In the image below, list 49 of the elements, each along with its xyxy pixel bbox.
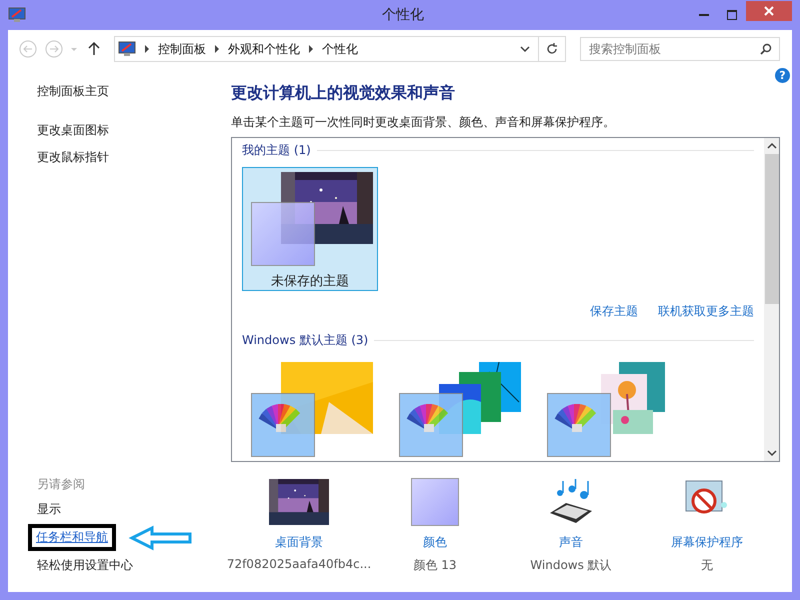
- setting-value: 72f082025aafa40fb4c...: [226, 557, 372, 571]
- minimize-icon[interactable]: [699, 14, 709, 16]
- setting-link[interactable]: 屏幕保护程序: [671, 534, 743, 551]
- chevron-icon: [308, 45, 314, 53]
- sidebar-link[interactable]: 更改桌面图标: [37, 122, 231, 139]
- close-icon: [764, 6, 774, 16]
- section-title: 另请参阅: [37, 476, 86, 493]
- search-field[interactable]: 搜索控制面板: [580, 37, 780, 61]
- breadcrumb-item[interactable]: 外观和个性化: [228, 40, 300, 58]
- setting-value: 无: [701, 557, 713, 574]
- page-heading: 更改计算机上的视觉效果和声音: [231, 83, 456, 104]
- highlighted-link[interactable]: 任务栏和导航: [28, 524, 116, 551]
- sidebar-link[interactable]: 显示: [37, 501, 61, 518]
- setting-link[interactable]: 桌面背景: [275, 534, 323, 551]
- scrollbar[interactable]: [764, 138, 779, 461]
- window-title: 个性化: [381, 6, 425, 24]
- monitor-icon: [8, 7, 26, 23]
- help-button[interactable]: ?: [775, 68, 790, 83]
- chevron-down-icon[interactable]: [520, 45, 530, 53]
- group-title: 我的主题 (1): [242, 142, 311, 159]
- maximize-icon[interactable]: [727, 10, 737, 20]
- action-link[interactable]: 联机获取更多主题: [658, 303, 754, 320]
- description: 单击某个主题可一次性同时更改桌面背景、颜色、声音和屏幕保护程序。: [231, 114, 616, 131]
- sidebar-link[interactable]: 控制面板主页: [37, 83, 231, 100]
- chevron-icon: [214, 45, 220, 53]
- close-button[interactable]: [746, 1, 792, 21]
- theme-tile[interactable]: 未保存的主题: [242, 167, 378, 291]
- scroll-down-icon[interactable]: [766, 448, 776, 458]
- sidebar-link[interactable]: 轻松使用设置中心: [37, 557, 133, 574]
- refresh-icon[interactable]: [546, 43, 558, 55]
- sidebar-link[interactable]: 更改鼠标指针: [37, 149, 231, 166]
- scrollbar-thumb[interactable]: [764, 154, 778, 304]
- chevron-icon: [144, 45, 150, 53]
- group-title: Windows 默认主题 (3): [242, 332, 368, 349]
- address-bar[interactable]: 控制面板 外观和个性化 个性化: [114, 36, 566, 62]
- setting-link[interactable]: 颜色: [423, 534, 447, 551]
- breadcrumb-item[interactable]: 个性化: [322, 40, 358, 58]
- theme-name: 未保存的主题: [271, 273, 349, 290]
- color-swatch: [251, 202, 315, 266]
- arrow-icon: [128, 524, 194, 550]
- breadcrumb-item[interactable]: 控制面板: [158, 40, 206, 58]
- setting-link[interactable]: 声音: [559, 534, 583, 551]
- scroll-up-icon[interactable]: [766, 141, 776, 151]
- setting-value: 颜色 13: [413, 557, 457, 574]
- color-swatch: [411, 478, 459, 526]
- setting-value: Windows 默认: [530, 557, 612, 574]
- action-link[interactable]: 保存主题: [590, 303, 638, 320]
- search-icon[interactable]: [760, 43, 772, 55]
- monitor-icon: [118, 41, 136, 57]
